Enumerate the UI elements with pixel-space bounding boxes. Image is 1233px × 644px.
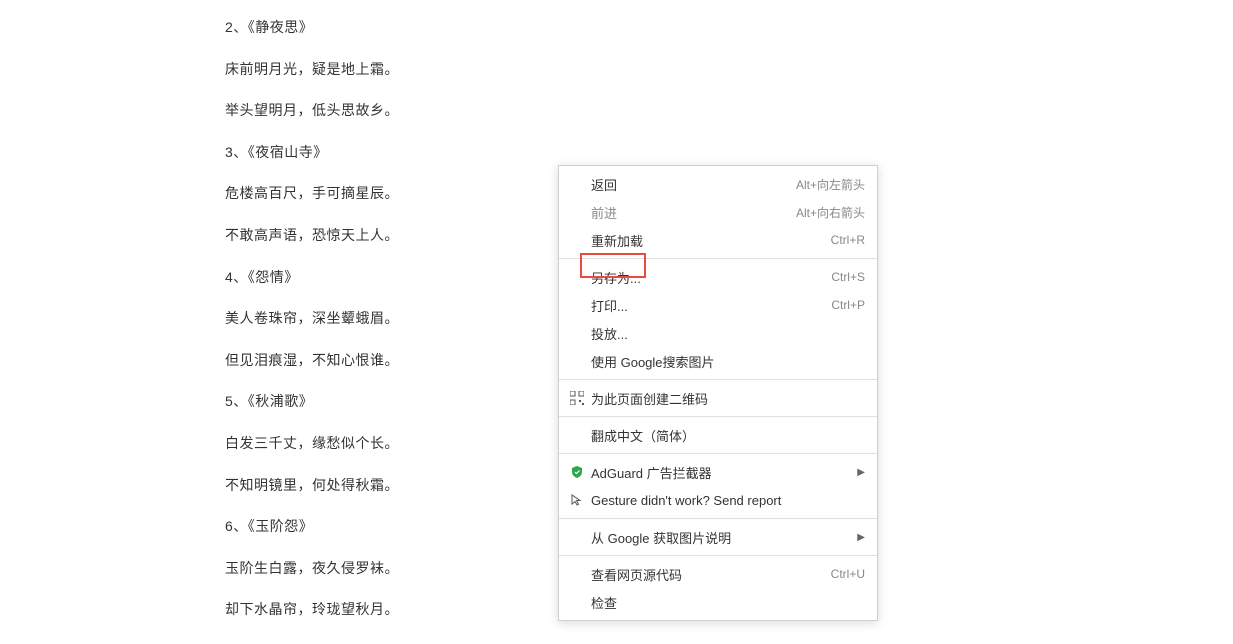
cursor-icon [567, 490, 587, 510]
menu-print[interactable]: 打印... Ctrl+P [559, 291, 877, 319]
blank-icon [567, 174, 587, 194]
menu-separator [559, 518, 877, 519]
menu-label: 返回 [591, 175, 784, 194]
text-line: 4、《怨情》 [225, 268, 399, 288]
text-line: 不敢高声语，恐惊天上人。 [225, 226, 399, 246]
text-line: 却下水晶帘，玲珑望秋月。 [225, 600, 399, 620]
context-menu: 返回 Alt+向左箭头 前进 Alt+向右箭头 重新加载 Ctrl+R 另存为.… [558, 165, 878, 621]
menu-label: 翻成中文（简体） [591, 426, 865, 445]
blank-icon [567, 230, 587, 250]
menu-view-source[interactable]: 查看网页源代码 Ctrl+U [559, 560, 877, 588]
text-line: 5、《秋浦歌》 [225, 392, 399, 412]
menu-label: 另存为... [591, 268, 819, 287]
menu-forward[interactable]: 前进 Alt+向右箭头 [559, 198, 877, 226]
article-content: 2、《静夜思》 床前明月光，疑是地上霜。 举头望明月，低头思故乡。 3、《夜宿山… [225, 18, 399, 642]
text-line: 玉阶生白露，夜久侵罗袜。 [225, 559, 399, 579]
blank-icon [567, 564, 587, 584]
text-line: 6、《玉阶怨》 [225, 517, 399, 537]
menu-shortcut: Alt+向左箭头 [796, 176, 865, 193]
menu-label: 前进 [591, 203, 784, 222]
menu-save-as[interactable]: 另存为... Ctrl+S [559, 263, 877, 291]
blank-icon [567, 351, 587, 371]
blank-icon [567, 202, 587, 222]
text-line: 白发三千丈，缘愁似个长。 [225, 434, 399, 454]
menu-back[interactable]: 返回 Alt+向左箭头 [559, 170, 877, 198]
menu-shortcut: Ctrl+U [831, 567, 865, 581]
menu-translate[interactable]: 翻成中文（简体） [559, 421, 877, 449]
chevron-right-icon: ▶ [857, 532, 865, 543]
menu-label: 打印... [591, 296, 819, 315]
blank-icon [567, 295, 587, 315]
blank-icon [567, 425, 587, 445]
menu-separator [559, 555, 877, 556]
text-line: 2、《静夜思》 [225, 18, 399, 38]
menu-separator [559, 258, 877, 259]
menu-shortcut: Alt+向右箭头 [796, 204, 865, 221]
menu-label: AdGuard 广告拦截器 [591, 463, 845, 482]
menu-image-desc[interactable]: 从 Google 获取图片说明 ▶ [559, 523, 877, 551]
blank-icon [567, 323, 587, 343]
menu-search-image[interactable]: 使用 Google搜索图片 [559, 347, 877, 375]
menu-shortcut: Ctrl+R [831, 233, 865, 247]
text-line: 不知明镜里，何处得秋霜。 [225, 476, 399, 496]
text-line: 床前明月光，疑是地上霜。 [225, 60, 399, 80]
menu-qrcode[interactable]: 为此页面创建二维码 [559, 384, 877, 412]
menu-separator [559, 453, 877, 454]
menu-adguard[interactable]: AdGuard 广告拦截器 ▶ [559, 458, 877, 486]
blank-icon [567, 592, 587, 612]
menu-label: 使用 Google搜索图片 [591, 352, 865, 371]
blank-icon [567, 267, 587, 287]
menu-label: 为此页面创建二维码 [591, 389, 865, 408]
menu-gesture[interactable]: Gesture didn't work? Send report [559, 486, 877, 514]
menu-cast[interactable]: 投放... [559, 319, 877, 347]
qrcode-icon [567, 388, 587, 408]
menu-shortcut: Ctrl+P [831, 298, 865, 312]
text-line: 危楼高百尺，手可摘星辰。 [225, 184, 399, 204]
menu-reload[interactable]: 重新加载 Ctrl+R [559, 226, 877, 254]
text-line: 但见泪痕湿，不知心恨谁。 [225, 351, 399, 371]
text-line: 3、《夜宿山寺》 [225, 143, 399, 163]
menu-inspect[interactable]: 检查 [559, 588, 877, 616]
menu-label: 投放... [591, 324, 865, 343]
menu-label: 检查 [591, 593, 865, 612]
text-line: 举头望明月，低头思故乡。 [225, 101, 399, 121]
menu-label: 查看网页源代码 [591, 565, 819, 584]
menu-shortcut: Ctrl+S [831, 270, 865, 284]
blank-icon [567, 527, 587, 547]
menu-label: 重新加载 [591, 231, 819, 250]
menu-separator [559, 379, 877, 380]
text-line: 美人卷珠帘，深坐颦蛾眉。 [225, 309, 399, 329]
menu-label: Gesture didn't work? Send report [591, 493, 865, 508]
chevron-right-icon: ▶ [857, 467, 865, 478]
menu-separator [559, 416, 877, 417]
shield-icon [567, 462, 587, 482]
menu-label: 从 Google 获取图片说明 [591, 528, 845, 547]
